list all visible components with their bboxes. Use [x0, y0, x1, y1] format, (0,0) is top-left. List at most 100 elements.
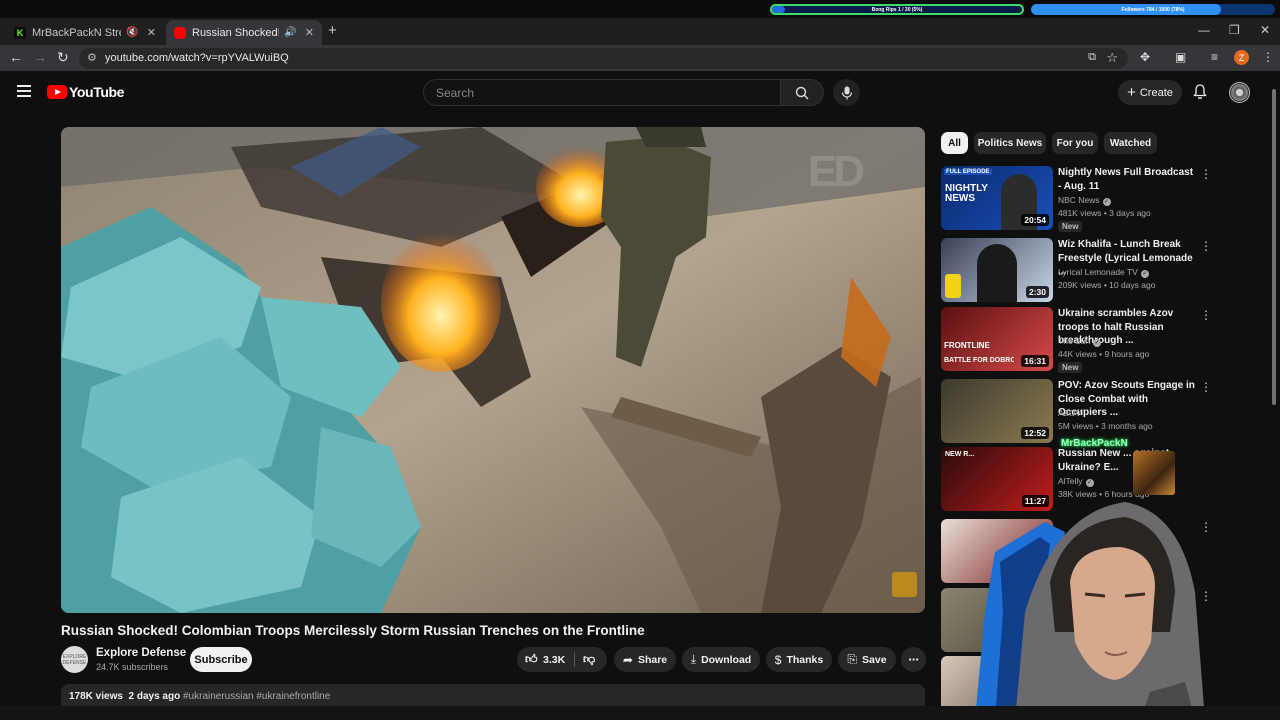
thumbs-down-icon[interactable]: 👎︎ [583, 652, 595, 667]
create-button[interactable]: + Create [1118, 80, 1182, 105]
share-label: Share [637, 653, 668, 666]
more-actions-button[interactable]: ⋯ [901, 647, 926, 672]
media-control-icon[interactable]: ≡ [1211, 50, 1218, 64]
url-text[interactable]: youtube.com/watch?v=rpYVALWuiBQ [105, 52, 289, 64]
verified-check-icon: ✓ [1140, 270, 1149, 278]
address-bar[interactable]: ⚙ youtube.com/watch?v=rpYVALWuiBQ ⧉ ☆ [79, 48, 1128, 69]
tab-kick-stream[interactable]: K MrBackPackN Stream - Wa 🔇 ✕ [6, 20, 164, 45]
video-thumbnail[interactable]: FULL EPISODE NIGHTLY NEWS 20:54 [941, 166, 1053, 230]
notifications-bell-icon[interactable] [1193, 84, 1207, 102]
thumbs-up-icon[interactable]: 👍︎ [525, 652, 538, 667]
recommendation-item[interactable]: FRONTLINE BATTLE FOR DOBROPILLIA 16:31 U… [941, 307, 1212, 373]
extensions-icon[interactable]: ✥ [1140, 50, 1150, 64]
browser-toolbar: ← → ↻ ⚙ youtube.com/watch?v=rpYVALWuiBQ … [0, 45, 1280, 71]
share-button[interactable]: ➦ Share [614, 647, 676, 672]
more-vertical-icon[interactable]: ⋮ [1200, 380, 1212, 394]
chip-politics-news[interactable]: Politics News [974, 132, 1046, 154]
hamburger-menu-icon[interactable] [17, 85, 31, 100]
channel-name[interactable]: Explore Defense [96, 647, 186, 659]
minimize-window-icon[interactable]: — [1198, 23, 1210, 37]
install-app-icon[interactable]: ⧉ [1088, 51, 1096, 64]
bookmark-star-icon[interactable]: ☆ [1106, 50, 1118, 66]
close-tab-icon[interactable]: ✕ [305, 26, 314, 39]
channel-avatar[interactable]: EXPLORE DEFENSE [61, 646, 88, 673]
bookmark-icon: ⎘ [847, 652, 858, 666]
channel-name: AZOV [1058, 408, 1082, 418]
close-tab-icon[interactable]: ✕ [147, 26, 156, 39]
plus-icon: + [1127, 84, 1136, 101]
video-thumbnail[interactable]: 2:30 [941, 238, 1053, 302]
recommendation-channel[interactable]: AlTelly ✓ [1058, 476, 1094, 487]
followers-progress-bar: Followers 784 / 1000 (78%) [1031, 4, 1275, 15]
share-arrow-icon: ➦ [622, 652, 633, 667]
recommendation-channel[interactable]: Lyrical Lemonade TV ✓ [1058, 267, 1149, 278]
search-button[interactable] [781, 79, 824, 106]
profile-avatar[interactable]: Z [1234, 50, 1249, 65]
channel-name: The Sun [1058, 336, 1091, 346]
followers-label: Followers 784 / 1000 (78%) [1121, 6, 1185, 13]
reload-icon[interactable]: ↻ [57, 49, 69, 66]
recommendation-title[interactable]: Nightly News Full Broadcast - Aug. 11 [1058, 166, 1196, 193]
new-tab-button[interactable]: + [328, 22, 337, 39]
goal-label: Bong Rips 1 / 30 (5%) [871, 6, 923, 13]
download-button[interactable]: ⤓ Download [682, 647, 760, 672]
recommendation-meta: 209K views • 10 days ago [1058, 280, 1156, 290]
recommendation-item[interactable]: FULL EPISODE NIGHTLY NEWS 20:54 Nightly … [941, 166, 1212, 232]
video-thumbnail[interactable]: FRONTLINE BATTLE FOR DOBROPILLIA 16:31 [941, 307, 1053, 371]
lemonade-cup-icon [945, 274, 961, 298]
thumbnail-overlay-text: BATTLE FOR DOBROPILLIA [944, 357, 1014, 364]
thumbnail-overlay-text: NIGHTLY NEWS [945, 183, 988, 204]
site-info-icon[interactable]: ⚙ [87, 51, 97, 64]
like-count[interactable]: 3.3K [543, 654, 565, 666]
video-duration: 16:31 [1021, 355, 1049, 367]
download-label: Download [701, 653, 752, 666]
video-stats: 178K views 2 days ago #ukrainerussian #u… [69, 691, 330, 702]
chip-watched[interactable]: Watched [1104, 132, 1157, 154]
more-vertical-icon[interactable]: ⋮ [1200, 239, 1212, 253]
video-player[interactable]: ED [61, 127, 925, 613]
save-button[interactable]: ⎘ Save [838, 647, 896, 672]
speaker-icon[interactable]: 🔊 [284, 27, 296, 38]
browser-menu-icon[interactable]: ⋮ [1262, 50, 1274, 64]
channel-branding-icon[interactable] [892, 572, 917, 597]
description-box[interactable]: 178K views 2 days ago #ukrainerussian #u… [61, 684, 925, 708]
recommendation-item[interactable]: 2:30 Wiz Khalifa - Lunch Break Freestyle… [941, 238, 1212, 302]
recommendation-meta: 481K views • 3 days ago [1058, 208, 1151, 218]
taskbar-strip [0, 706, 1280, 720]
page-scrollbar[interactable] [1268, 71, 1280, 706]
split-view-icon[interactable]: ▣ [1175, 50, 1186, 64]
verified-check-icon: ✓ [1085, 479, 1094, 487]
account-avatar[interactable] [1229, 82, 1250, 103]
voice-search-button[interactable] [833, 79, 860, 106]
back-arrow-icon[interactable]: ← [9, 49, 23, 65]
search-input[interactable] [424, 80, 780, 105]
video-frame-image [61, 127, 925, 613]
chip-for-you[interactable]: For you [1052, 132, 1098, 154]
recommendation-channel[interactable]: The Sun ✓ [1058, 336, 1102, 347]
tab-youtube-video[interactable]: Russian Shocked! Colombia 🔊 ✕ [166, 20, 322, 45]
youtube-logo[interactable]: YouTube [47, 84, 124, 100]
search-box [423, 79, 781, 106]
restore-window-icon[interactable]: ❐ [1229, 23, 1240, 37]
forward-arrow-icon[interactable]: → [33, 49, 47, 65]
youtube-header: YouTube +Create [0, 71, 1268, 115]
close-window-icon[interactable]: ✕ [1260, 23, 1270, 37]
thanks-button[interactable]: $ Thanks [766, 647, 832, 672]
thanks-label: Thanks [786, 653, 824, 666]
like-dislike-group: 👍︎ 3.3K 👎︎ [517, 647, 607, 672]
muted-speaker-icon[interactable]: 🔇 [126, 27, 138, 38]
more-vertical-icon[interactable]: ⋮ [1200, 308, 1212, 322]
kick-favicon-icon: K [14, 26, 26, 39]
recommendation-channel[interactable]: NBC News ✓ [1058, 195, 1111, 206]
more-vertical-icon[interactable]: ⋮ [1200, 167, 1212, 181]
recommendation-meta: 5M views • 3 months ago [1058, 421, 1153, 431]
recommendation-item[interactable]: 12:52 POV: Azov Scouts Engage in Close C… [941, 379, 1212, 443]
recommendation-channel[interactable]: AZOV [1058, 408, 1081, 418]
video-thumbnail[interactable]: 12:52 [941, 379, 1053, 443]
verified-check-icon: ✓ [1093, 339, 1102, 347]
hashtags[interactable]: #ukrainerussian #ukrainefrontline [183, 691, 330, 702]
subscribe-button[interactable]: Subscribe [190, 647, 252, 672]
chip-all[interactable]: All [941, 132, 968, 154]
scrollbar-thumb[interactable] [1272, 89, 1276, 405]
upload-date: 2 days ago [128, 691, 181, 702]
